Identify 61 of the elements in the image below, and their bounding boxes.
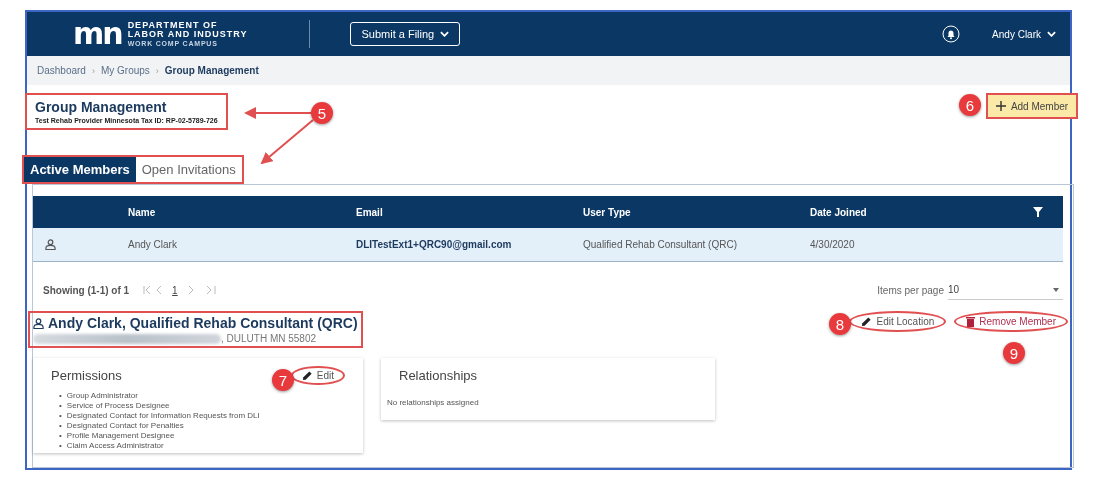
pencil-icon	[861, 316, 873, 327]
tab[interactable]: Active Members	[24, 157, 136, 182]
column-header: User Type	[583, 206, 632, 218]
items-per-page-label: Items per page	[877, 284, 944, 296]
breadcrumb-link[interactable]: Dashboard	[37, 65, 86, 76]
bullet: •	[59, 411, 62, 421]
plus-icon	[995, 101, 1006, 111]
bullet: •	[59, 421, 62, 431]
breadcrumb-separator: ›	[155, 65, 159, 76]
bullet: •	[59, 431, 62, 441]
caret-icon	[1053, 287, 1059, 292]
callout-badge: 5	[311, 102, 333, 124]
table-cell-text: Qualified Rehab Consultant (QRC)	[583, 239, 738, 250]
permission-item: Service of Process Designee	[66, 401, 170, 411]
chevron-icon	[440, 31, 450, 37]
trash-icon	[966, 316, 976, 327]
permission-item: Designated Contact for Penalties	[66, 421, 184, 431]
permission-item: Profile Management Designee	[66, 431, 175, 441]
column-header: Name	[128, 206, 157, 218]
person-icon	[45, 239, 56, 250]
chevron-icon	[1047, 31, 1056, 37]
submit-filing-button[interactable]: Submit a Filing	[350, 22, 461, 46]
member-title: Andy Clark, Qualified Rehab Consultant (QRC)	[48, 315, 358, 331]
add-member-button[interactable]: Add Member	[986, 93, 1078, 119]
member-address: , DULUTH MN 55802	[221, 333, 317, 344]
column-header: Date Joined	[810, 206, 868, 218]
column-header: Email	[356, 206, 384, 218]
table-row[interactable]: Andy Clark DLITestExt1+QRC90@gmail.com Qualified Rehab Consultant (QRC) 4/30/2020	[33, 228, 1063, 262]
person-icon	[33, 317, 44, 329]
table-cell-text: 4/30/2020	[810, 239, 856, 250]
card-title: Relationships	[399, 368, 478, 383]
pencil-icon	[301, 370, 313, 381]
breadcrumb-link[interactable]: My Groups	[100, 65, 150, 76]
callout-badge: 6	[959, 94, 981, 116]
bullet: •	[59, 441, 62, 451]
filter-icon[interactable]	[1033, 207, 1043, 217]
logo-text: LABOR AND INDUSTRY	[127, 30, 248, 40]
permission-item: Claim Access Administrator	[66, 441, 164, 451]
pager-arrows-icon	[143, 285, 163, 295]
user-menu[interactable]: Andy Clark	[992, 28, 1056, 40]
empty-message: No relationships assigned	[387, 398, 480, 407]
remove-member-button[interactable]: Remove Member	[954, 311, 1068, 332]
callout-badge: 9	[1003, 342, 1025, 364]
bell-icon[interactable]	[942, 25, 961, 43]
showing-count: Showing (1-1) of 1	[43, 284, 130, 296]
page-number[interactable]: 1	[172, 284, 178, 296]
permission-item: Designated Contact for Information Requests from DLI	[66, 411, 260, 421]
table-cell-text: Andy Clark	[128, 239, 178, 250]
permission-item: Group Administrator	[66, 391, 138, 401]
breadcrumb-separator: ›	[91, 65, 95, 76]
edit-button[interactable]: Edit	[290, 366, 345, 385]
logo-mark: mn	[73, 19, 122, 49]
table-cell-text: DLITestExt1+QRC90@gmail.com	[356, 239, 513, 250]
page-title: Group Management	[35, 99, 168, 115]
logo-text: DEPARTMENT OF	[127, 20, 219, 31]
edit-location-button[interactable]: Edit Location	[849, 311, 947, 332]
pager-arrows-icon	[187, 285, 216, 295]
bullet: •	[59, 391, 62, 401]
card-title: Permissions	[51, 368, 122, 383]
bullet: •	[59, 401, 62, 411]
callout-badge: 8	[829, 313, 851, 335]
